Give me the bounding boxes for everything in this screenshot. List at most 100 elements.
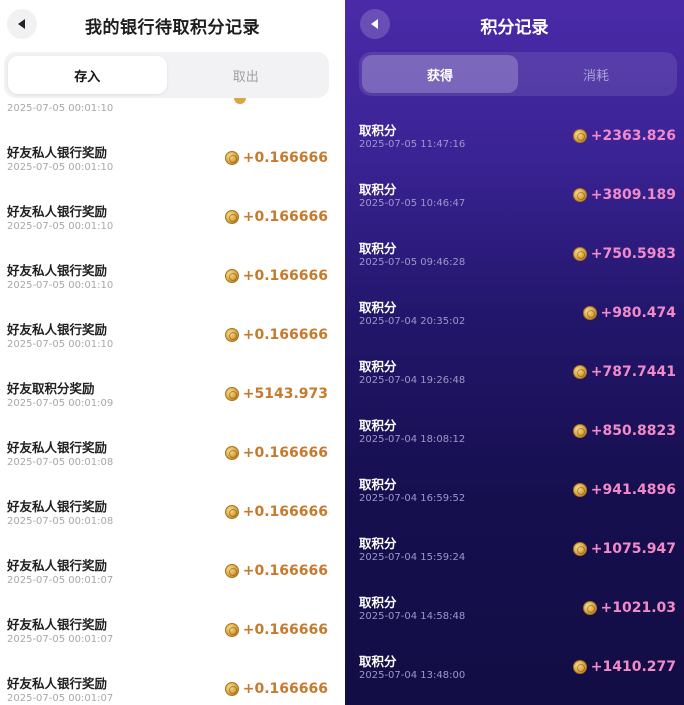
right-tab-bar: 获得 消耗 [359, 52, 677, 96]
list-item-partial: 2025-07-05 00:01:10 [0, 98, 345, 120]
record-amount: +0.166666 [224, 209, 328, 225]
record-amount: +0.166666 [224, 563, 328, 579]
record-name: 取积分 [359, 300, 397, 315]
list-item: 取积分 2025-07-05 09:46:28 +750.5983 [345, 230, 684, 289]
list-item: 取积分 2025-07-04 14:58:48 +1021.03 [345, 584, 684, 643]
gold-coin-icon [582, 306, 597, 320]
record-amount: +0.166666 [224, 681, 328, 697]
record-time: 2025-07-05 00:01:10 [7, 221, 114, 232]
gold-coin-icon [572, 424, 587, 438]
record-amount: +787.7441 [572, 364, 676, 380]
record-time: 2025-07-05 00:01:07 [7, 575, 114, 586]
list-item: 取积分 2025-07-04 13:48:00 +1410.277 [345, 643, 684, 702]
left-header: 我的银行待取积分记录 [0, 0, 345, 50]
record-name: 取积分 [359, 536, 397, 551]
list-item: 好友私人银行奖励 2025-07-05 00:01:07 +0.166666 [0, 651, 345, 705]
list-item: 取积分 2025-07-04 20:35:02 +980.474 [345, 289, 684, 348]
record-amount-value: +0.166666 [242, 563, 328, 579]
record-amount-value: +0.166666 [242, 150, 328, 166]
list-item: 好友私人银行奖励 2025-07-05 00:01:10 +0.166666 [0, 297, 345, 356]
list-item: 取积分 2025-07-04 19:26:48 +787.7441 [345, 348, 684, 407]
list-item: 好友取积分奖励 2025-07-05 00:01:09 +5143.973 [0, 356, 345, 415]
record-name: 好友私人银行奖励 [7, 558, 108, 573]
record-name: 取积分 [359, 418, 397, 433]
left-record-list[interactable]: 2025-07-05 00:01:10 好友私人银行奖励 2025-07-05 0… [0, 98, 345, 705]
record-amount-value: +0.166666 [242, 504, 328, 520]
record-name: 好友取积分奖励 [7, 381, 95, 396]
list-item: 好友私人银行奖励 2025-07-05 00:01:07 +0.166666 [0, 592, 345, 651]
gold-coin-icon [224, 623, 239, 637]
record-name: 好友私人银行奖励 [7, 617, 108, 632]
record-name: 好友私人银行奖励 [7, 322, 108, 337]
points-record-screen: 积分记录 获得 消耗 取积分 2025-07-05 11:47:16 +2363.8… [345, 0, 684, 705]
record-name: 取积分 [359, 477, 397, 492]
record-name: 取积分 [359, 123, 397, 138]
record-amount-value: +850.8823 [590, 423, 676, 439]
record-name: 取积分 [359, 654, 397, 669]
record-amount-value: +1410.277 [590, 659, 676, 675]
record-time: 2025-07-05 00:01:10 [7, 103, 114, 114]
record-time: 2025-07-05 00:01:09 [7, 398, 114, 409]
record-time: 2025-07-05 00:01:10 [7, 162, 114, 173]
record-name: 取积分 [359, 241, 397, 256]
left-tab-bar: 存入 取出 [4, 52, 329, 98]
list-item: 取积分 2025-07-04 15:59:24 +1075.947 [345, 525, 684, 584]
record-amount: +0.166666 [224, 268, 328, 284]
tab-earned[interactable]: 获得 [362, 55, 518, 93]
back-arrow-icon [17, 19, 25, 29]
record-amount-value: +980.474 [600, 305, 677, 321]
record-amount: +850.8823 [572, 423, 676, 439]
record-amount: +2363.826 [572, 128, 676, 144]
right-record-list[interactable]: 取积分 2025-07-05 11:47:16 +2363.826 取积分 2025-0… [345, 112, 684, 702]
record-amount-value: +2363.826 [590, 128, 676, 144]
gold-coin-icon [224, 387, 239, 401]
record-name: 好友私人银行奖励 [7, 263, 108, 278]
record-amount-value: +1075.947 [590, 541, 676, 557]
record-amount-value: +0.166666 [242, 681, 328, 697]
record-time: 2025-07-04 15:59:24 [359, 552, 466, 563]
gold-coin-icon [572, 247, 587, 261]
tab-deposit[interactable]: 存入 [8, 56, 167, 94]
tab-consumed[interactable]: 消耗 [518, 55, 674, 93]
record-amount-value: +0.166666 [242, 209, 328, 225]
list-item: 好友私人银行奖励 2025-07-05 00:01:08 +0.166666 [0, 474, 345, 533]
record-amount-value: +0.166666 [242, 268, 328, 284]
record-name: 取积分 [359, 595, 397, 610]
record-amount-value: +941.4896 [590, 482, 676, 498]
record-amount: +750.5983 [572, 246, 676, 262]
record-time: 2025-07-04 19:26:48 [359, 375, 466, 386]
record-amount: +1410.277 [572, 659, 676, 675]
tab-withdraw[interactable]: 取出 [167, 56, 326, 94]
record-amount-value: +0.166666 [242, 445, 328, 461]
record-time: 2025-07-05 09:46:28 [359, 257, 466, 268]
record-amount: +941.4896 [572, 482, 676, 498]
record-name: 好友私人银行奖励 [7, 499, 108, 514]
gold-coin-icon [234, 98, 246, 104]
record-amount: +5143.973 [224, 386, 328, 402]
list-item: 好友私人银行奖励 2025-07-05 00:01:10 +0.166666 [0, 120, 345, 179]
gold-coin-icon [224, 210, 239, 224]
record-amount: +0.166666 [224, 150, 328, 166]
record-amount: +1021.03 [582, 600, 676, 616]
right-header: 积分记录 [345, 0, 684, 50]
gold-coin-icon [572, 483, 587, 497]
record-time: 2025-07-04 20:35:02 [359, 316, 466, 327]
left-back-button[interactable] [7, 9, 37, 39]
record-amount: +980.474 [582, 305, 677, 321]
gold-coin-icon [572, 660, 587, 674]
record-amount: +1075.947 [572, 541, 676, 557]
right-back-button[interactable] [360, 9, 390, 39]
gold-coin-icon [224, 564, 239, 578]
list-item: 取积分 2025-07-05 10:46:47 +3809.189 [345, 171, 684, 230]
list-item: 好友私人银行奖励 2025-07-05 00:01:08 +0.166666 [0, 415, 345, 474]
record-time: 2025-07-05 00:01:08 [7, 457, 114, 468]
gold-coin-icon [572, 365, 587, 379]
gold-coin-icon [572, 542, 587, 556]
record-name: 好友私人银行奖励 [7, 676, 108, 691]
record-time: 2025-07-05 11:47:16 [359, 139, 466, 150]
record-time: 2025-07-05 00:01:10 [7, 339, 114, 350]
record-name: 取积分 [359, 359, 397, 374]
bank-pending-points-screen: 我的银行待取积分记录 存入 取出 2025-07-05 00:01:10 好友私… [0, 0, 345, 705]
gold-coin-icon [224, 682, 239, 696]
record-amount: +0.166666 [224, 445, 328, 461]
